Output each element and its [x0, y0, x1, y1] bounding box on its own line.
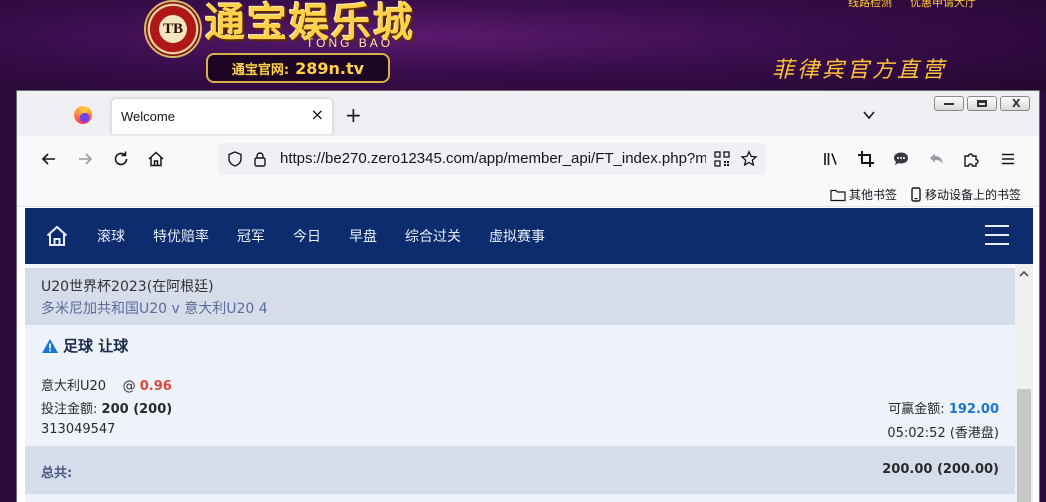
- official-site-url: 289n.tv: [295, 58, 365, 78]
- tab-welcome[interactable]: Welcome ×: [111, 98, 333, 134]
- stake-value: 200 (200): [101, 402, 173, 417]
- nav-item-outright[interactable]: 冠军: [237, 226, 265, 246]
- banner-top-links: 线路检测 优惠申请大厅: [848, 0, 976, 10]
- logo-chip-text: TB: [162, 20, 183, 37]
- banner-link-line-check[interactable]: 线路检测: [848, 0, 892, 10]
- qr-code-icon[interactable]: [714, 151, 730, 167]
- site-nav-bar: 滚球 特优赔率 冠军 今日 早盘 综合过关 虚拟赛事: [25, 208, 1033, 264]
- bookmark-other[interactable]: 其他书签: [830, 186, 897, 203]
- casino-banner: TB 通宝娱乐城 TONG BAO 通宝官网: 289n.tv 线路检测 优惠申…: [0, 0, 1046, 92]
- bet-details-card: 足球 让球 意大利U20 @ 0.96 投注金额: 200 (200) 可赢金额…: [25, 325, 1015, 446]
- window-controls: X: [934, 96, 1030, 111]
- close-icon: X: [1012, 97, 1021, 110]
- bookmark-mobile-label: 移动设备上的书签: [925, 188, 1022, 202]
- total-row: 总共: 200.00 (200.00): [25, 446, 1015, 494]
- stake-row: 投注金额: 200 (200): [41, 398, 172, 417]
- menu-bar: [985, 243, 1009, 245]
- stake-label: 投注金额:: [41, 402, 98, 417]
- tab-title: Welcome: [121, 109, 175, 124]
- extensions-icon[interactable]: [961, 149, 981, 169]
- folder-icon: [830, 189, 846, 201]
- odds-value: 0.96: [139, 379, 172, 394]
- page-scrollbar[interactable]: [1015, 264, 1033, 502]
- nav-item-special-odds[interactable]: 特优赔率: [153, 226, 209, 246]
- nav-item-parlay[interactable]: 综合过关: [405, 226, 461, 246]
- home-icon[interactable]: [146, 149, 166, 169]
- menu-bar: [985, 234, 1009, 236]
- nav-item-inplay[interactable]: 滚球: [97, 226, 125, 246]
- page-content: 滚球 特优赔率 冠军 今日 早盘 综合过关 虚拟赛事 U20世界杯2023(在阿…: [25, 208, 1033, 502]
- official-site-label: 通宝官网:: [231, 62, 290, 78]
- ticket-id: 313049547: [41, 422, 116, 437]
- minimize-icon: [944, 103, 954, 105]
- menu-bar: [985, 225, 1009, 227]
- mobile-icon: [911, 187, 921, 202]
- site-nav-items: 滚球 特优赔率 冠军 今日 早盘 综合过关 虚拟赛事: [97, 208, 573, 264]
- close-tab-icon[interactable]: ×: [311, 106, 324, 124]
- bet-type-label: 足球 让球: [63, 337, 129, 355]
- nav-item-today[interactable]: 今日: [293, 226, 321, 246]
- browser-toolbar: https://be270.zero12345.com/app/member_a…: [17, 136, 1039, 182]
- url-text[interactable]: https://be270.zero12345.com/app/member_a…: [280, 150, 706, 167]
- content-footer: [25, 494, 1015, 502]
- scroll-up-icon[interactable]: [1019, 270, 1029, 278]
- back-arrow-icon[interactable]: [39, 149, 59, 169]
- warning-icon: [42, 338, 58, 353]
- total-value: 200.00 (200.00): [882, 462, 999, 477]
- forward-arrow-icon[interactable]: [75, 149, 95, 169]
- match-teams: 多米尼加共和国U20 v 意大利U20 4: [41, 301, 268, 317]
- chat-bubble-icon[interactable]: [891, 149, 911, 169]
- lock-icon[interactable]: [251, 150, 269, 168]
- tb-logo-chip-icon: TB: [144, 0, 202, 58]
- reload-icon[interactable]: [111, 149, 131, 169]
- shield-icon[interactable]: [226, 150, 244, 168]
- selection-row: 意大利U20 @ 0.96: [41, 375, 172, 394]
- nav-item-early[interactable]: 早盘: [349, 226, 377, 246]
- hamburger-menu-icon[interactable]: [998, 149, 1018, 169]
- at-sign: @: [122, 379, 136, 394]
- scrollbar-thumb[interactable]: [1017, 389, 1031, 502]
- bet-type-title: 足球 让球: [41, 335, 128, 356]
- banner-link-promo[interactable]: 优惠申请大厅: [910, 0, 976, 10]
- chevron-down-icon[interactable]: [863, 109, 875, 121]
- banner-slogan: 菲律宾官方直营: [772, 58, 948, 83]
- win-label: 可赢金额:: [888, 402, 945, 417]
- bookmark-star-icon[interactable]: [740, 150, 758, 168]
- site-menu-button[interactable]: [985, 225, 1009, 247]
- nav-item-virtual[interactable]: 虚拟赛事: [489, 226, 545, 246]
- total-label: 总共:: [41, 466, 73, 481]
- league-name: U20世界杯2023(在阿根廷): [41, 279, 214, 295]
- firefox-icon[interactable]: [74, 106, 92, 124]
- official-site-pill[interactable]: 通宝官网: 289n.tv: [206, 53, 390, 83]
- maximize-button[interactable]: [967, 96, 997, 111]
- bet-time: 05:02:52 (香港盘): [887, 426, 999, 441]
- selection-team: 意大利U20: [41, 379, 107, 394]
- library-icon[interactable]: [821, 149, 841, 169]
- undo-icon[interactable]: [926, 149, 946, 169]
- site-home-icon[interactable]: [45, 224, 69, 248]
- window-close-button[interactable]: X: [1000, 96, 1030, 111]
- tab-bar: Welcome × + X: [17, 91, 1039, 136]
- minimize-button[interactable]: [934, 96, 964, 111]
- brand-name-en: TONG BAO: [306, 36, 394, 50]
- bookmarks-toolbar: 其他书签 移动设备上的书签: [17, 182, 1039, 207]
- address-bar[interactable]: https://be270.zero12345.com/app/member_a…: [218, 143, 766, 175]
- new-tab-button[interactable]: +: [345, 105, 362, 125]
- win-value: 192.00: [948, 402, 999, 417]
- browser-window: Welcome × + X https://be270.zero12345.co…: [16, 90, 1040, 502]
- crop-screenshot-icon[interactable]: [856, 149, 876, 169]
- bookmark-other-label: 其他书签: [849, 188, 898, 202]
- match-header: U20世界杯2023(在阿根廷) 多米尼加共和国U20 v 意大利U20 4: [25, 268, 1015, 325]
- maximize-icon: [977, 100, 987, 107]
- bookmark-mobile[interactable]: 移动设备上的书签: [910, 186, 1021, 203]
- win-row: 可赢金额: 192.00: [888, 398, 999, 417]
